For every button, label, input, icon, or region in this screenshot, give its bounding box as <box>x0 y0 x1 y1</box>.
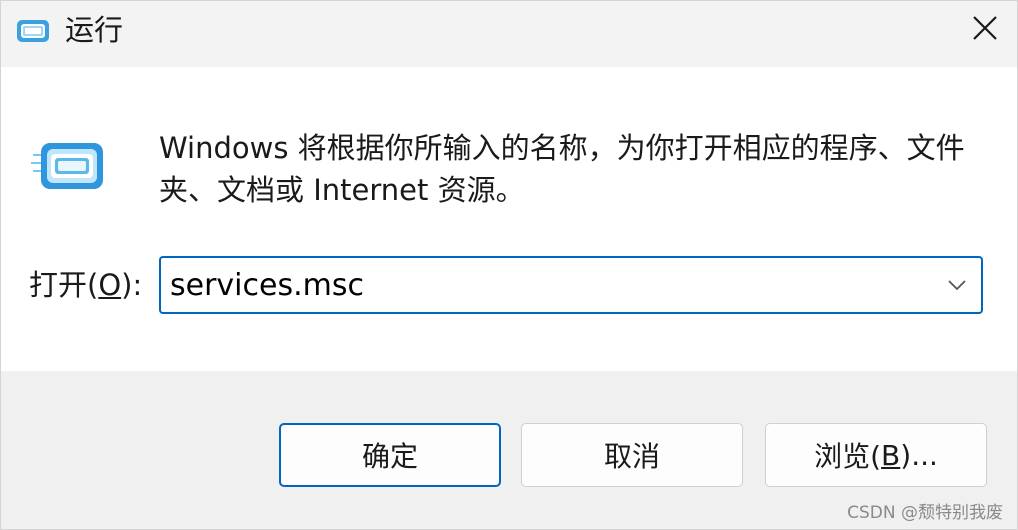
run-large-icon <box>31 139 107 195</box>
window-title: 运行 <box>65 13 124 47</box>
ok-button[interactable]: 确定 <box>279 423 501 487</box>
run-icon <box>15 17 51 45</box>
cancel-button[interactable]: 取消 <box>521 423 743 487</box>
button-bar: 确定 取消 浏览(B)... CSDN @颓特别我废 <box>1 371 1017 529</box>
run-dialog: 运行 Windows 将根据你所输入的名称，为你打开相应的程序、文件夹、文档或 … <box>0 0 1018 530</box>
dialog-description: Windows 将根据你所输入的名称，为你打开相应的程序、文件夹、文档或 Int… <box>159 131 965 207</box>
open-combobox[interactable] <box>159 256 983 314</box>
dropdown-button[interactable] <box>937 262 977 308</box>
chevron-down-icon <box>947 276 967 295</box>
command-input[interactable] <box>170 266 930 304</box>
open-label: 打开(O): <box>29 268 143 302</box>
title-bar[interactable]: 运行 <box>1 1 1017 67</box>
watermark: CSDN @颓特别我废 <box>847 503 1003 523</box>
close-icon <box>972 15 998 45</box>
browse-button[interactable]: 浏览(B)... <box>765 423 987 487</box>
close-button[interactable] <box>953 1 1017 59</box>
